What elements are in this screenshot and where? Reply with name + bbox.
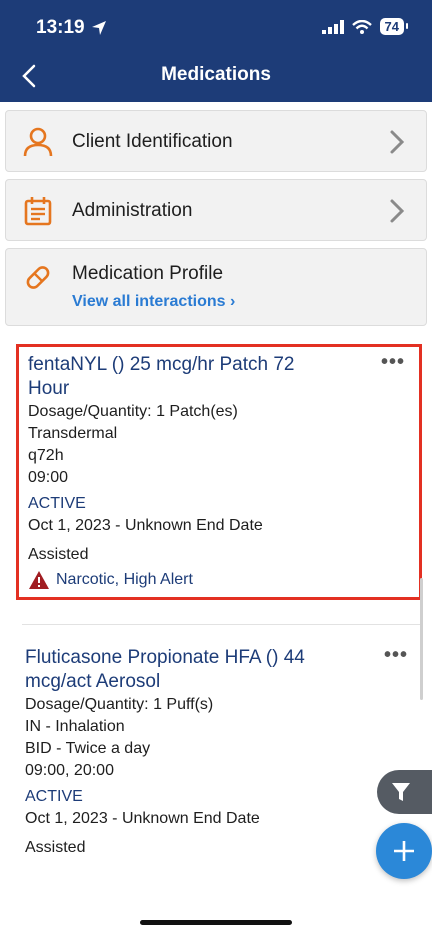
plus-icon <box>394 841 414 861</box>
calendar-icon <box>24 197 52 226</box>
person-icon <box>23 127 53 157</box>
status-bar: 13:19 74 <box>0 0 432 50</box>
filter-button[interactable] <box>377 770 432 814</box>
medication-times: 09:00, 20:00 <box>25 762 114 779</box>
filter-icon <box>392 783 410 801</box>
nav-bar: Medications <box>0 56 432 96</box>
medication-route: Transdermal <box>28 425 118 442</box>
page-title: Medications <box>161 64 271 85</box>
medication-card[interactable]: ••• Fluticasone Propionate HFA () 44 mcg… <box>16 640 422 880</box>
pill-icon <box>26 266 50 289</box>
medication-assisted: Assisted <box>25 839 86 856</box>
client-identification-row[interactable]: Client Identification <box>5 110 427 172</box>
medication-card[interactable]: ••• fentaNYL () 25 mcg/hr Patch 72 Hour … <box>16 344 422 600</box>
medication-profile-label: Medication Profile <box>72 263 224 284</box>
status-icons: 74 <box>321 18 409 35</box>
home-indicator[interactable] <box>140 920 292 925</box>
medication-times: 09:00 <box>28 469 69 486</box>
view-all-interactions-link[interactable]: View all interactions › <box>72 293 235 311</box>
medication-frequency: BID - Twice a day <box>25 740 151 757</box>
medication-alert-label: Narcotic, High Alert <box>56 571 193 588</box>
warning-icon <box>29 571 49 589</box>
medication-details: fentaNYL () 25 mcg/hr Patch 72 Hour Dosa… <box>28 353 409 590</box>
medication-dates: Oct 1, 2023 - Unknown End Date <box>28 517 263 534</box>
medication-name: Fluticasone Propionate HFA () 44 mcg/act… <box>25 647 305 692</box>
status-time: 13:19 <box>36 17 107 39</box>
administration-row[interactable]: Administration <box>5 179 427 241</box>
medication-name: fentaNYL () 25 mcg/hr Patch 72 Hour <box>28 354 295 399</box>
medication-frequency: q72h <box>28 447 64 464</box>
bottom-safe-area <box>0 896 432 936</box>
medication-alert: Narcotic, High Alert <box>28 570 409 590</box>
medication-route: IN - Inhalation <box>25 718 125 735</box>
medication-status: ACTIVE <box>28 495 86 512</box>
battery-icon: 74 <box>379 18 409 35</box>
client-identification-label: Client Identification <box>72 131 233 152</box>
chevron-right-icon <box>390 130 405 154</box>
medication-status: ACTIVE <box>25 788 83 805</box>
medication-dosage: Dosage/Quantity: 1 Patch(es) <box>28 403 238 420</box>
medication-assisted: Assisted <box>28 546 89 563</box>
medication-dosage: Dosage/Quantity: 1 Puff(s) <box>25 696 214 713</box>
location-arrow-icon <box>91 21 106 35</box>
medication-dates: Oct 1, 2023 - Unknown End Date <box>25 810 260 827</box>
signal-icon <box>321 19 344 34</box>
app-header: 13:19 74 Medications <box>0 0 432 102</box>
divider <box>22 624 422 625</box>
chevron-right-icon <box>390 199 405 223</box>
medication-profile-row: Medication Profile View all interactions… <box>5 248 427 326</box>
add-button[interactable] <box>376 823 432 879</box>
wifi-icon <box>351 19 372 34</box>
administration-label: Administration <box>72 200 193 221</box>
medication-details: Fluticasone Propionate HFA () 44 mcg/act… <box>25 646 412 859</box>
